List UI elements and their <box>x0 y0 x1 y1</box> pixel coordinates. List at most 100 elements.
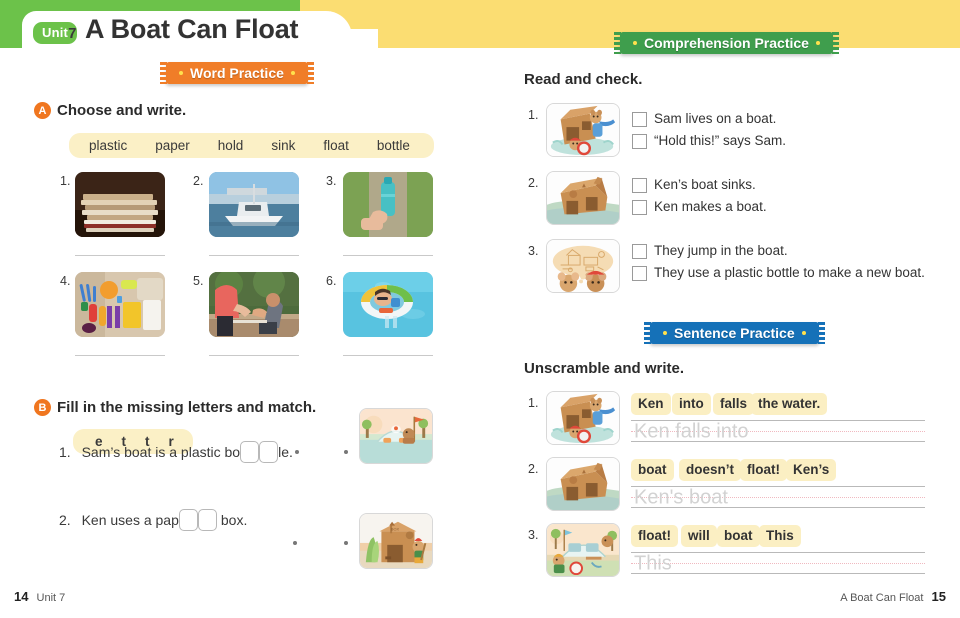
photo-hand-holding-bottle <box>343 172 433 237</box>
option-label: They jump in the boat. <box>654 243 788 258</box>
writing-line-bottom <box>631 573 925 574</box>
word-chip[interactable]: float! <box>631 525 678 547</box>
letter-blank[interactable] <box>259 441 279 463</box>
footer-right-label: A Boat Can Float <box>840 592 924 604</box>
word-bank: plastic paper hold sink float bottle <box>69 133 434 158</box>
word-bank-item: float <box>323 138 349 153</box>
sentence-suffix: le. <box>278 444 293 460</box>
word-bank-item: sink <box>271 138 296 153</box>
match-dot-left[interactable] <box>293 541 297 545</box>
word-bank-item: hold <box>217 138 244 153</box>
sentence-prefix: Ken uses a pap <box>81 512 179 528</box>
bullet-dot-icon <box>815 41 820 45</box>
word-chip[interactable]: falls <box>713 393 755 415</box>
section-b-heading: Fill in the missing letters and match. <box>57 399 317 416</box>
word-chip[interactable]: Ken’s <box>786 459 837 481</box>
illustration-mice-thinking-bubble <box>546 239 620 293</box>
word-chip[interactable]: boat <box>717 525 760 547</box>
photo-child-floating-ring <box>343 272 433 337</box>
illustration-mice-on-sinking-boat <box>546 391 620 445</box>
word-bank-item: paper <box>155 138 190 153</box>
illustration-paper-box-house: BOX <box>359 513 433 569</box>
illustration-plastic-bottle-boat <box>359 408 433 464</box>
illustration-boat-sinking-mice <box>546 103 620 157</box>
word-chip[interactable]: will <box>681 525 717 547</box>
match-dot-right[interactable] <box>344 450 348 454</box>
footer-left: 14 Unit 7 <box>14 589 65 604</box>
unit-badge-number: 7 <box>68 25 77 42</box>
banner-sentence-practice-label: Sentence Practice <box>674 325 795 341</box>
writing-line[interactable]: This <box>631 552 925 574</box>
trace-text: Ken's boat <box>634 486 728 509</box>
writing-line-top <box>631 552 925 553</box>
word-chip[interactable]: This <box>759 525 801 547</box>
bullet-dot-icon <box>633 41 637 45</box>
option-label: Ken’s boat sinks. <box>654 177 756 192</box>
word-chip[interactable]: Ken <box>631 393 671 415</box>
trace-text: This <box>634 552 672 575</box>
sentence-practice-heading: Unscramble and write. <box>524 360 685 377</box>
footer-right: A Boat Can Float 15 <box>840 589 946 604</box>
checkbox-option[interactable] <box>632 244 647 259</box>
bullet-dot-icon <box>179 71 183 75</box>
option-label: “Hold this!” says Sam. <box>654 133 787 148</box>
banner-sentence-practice: Sentence Practice <box>644 322 825 344</box>
word-chip[interactable]: the water. <box>751 393 828 415</box>
section-a-marker: A <box>34 102 51 119</box>
answer-line[interactable] <box>75 355 165 356</box>
letter-blank[interactable] <box>178 509 198 531</box>
word-chip[interactable]: boat <box>631 459 674 481</box>
trace-text: Ken falls into <box>634 420 749 443</box>
word-bank-item: plastic <box>89 138 128 153</box>
letter-blank[interactable] <box>240 441 260 463</box>
option-label: They use a plastic bottle to make a new … <box>654 265 925 280</box>
banner-comprehension-practice: Comprehension Practice <box>614 32 839 54</box>
sentence-suffix: box. <box>220 512 248 528</box>
item-number: 5. <box>193 274 204 288</box>
option-label: Sam lives on a boat. <box>654 111 777 126</box>
section-a-heading: Choose and write. <box>57 102 187 119</box>
checkbox-option[interactable] <box>632 200 647 215</box>
item-number: 3. <box>528 244 539 258</box>
checkbox-option[interactable] <box>632 178 647 193</box>
answer-line[interactable] <box>75 255 165 256</box>
unit-badge-label: Unit <box>42 25 69 40</box>
bullet-dot-icon <box>290 71 295 75</box>
item-number: 2. <box>59 512 71 528</box>
word-chip[interactable]: into <box>672 393 711 415</box>
answer-line[interactable] <box>209 355 299 356</box>
item-number: 1. <box>528 108 539 122</box>
illustration-bottle-boat-scene <box>546 523 620 577</box>
page-title: A Boat Can Float <box>85 14 299 44</box>
item-number: 1. <box>60 174 71 188</box>
footer-right-page-number: 15 <box>931 589 946 604</box>
checkbox-option[interactable] <box>632 134 647 149</box>
illustration-cardboard-boat-2 <box>546 457 620 511</box>
match-dot-right[interactable] <box>344 541 348 545</box>
item-number: 1. <box>528 396 539 410</box>
answer-line[interactable] <box>209 255 299 256</box>
illustration-cardboard-boat <box>546 171 620 225</box>
item-number: 2. <box>193 174 204 188</box>
option-label: Ken makes a boat. <box>654 199 767 214</box>
item-number: 6. <box>326 274 337 288</box>
checkbox-option[interactable] <box>632 266 647 281</box>
footer-left-label: Unit 7 <box>36 592 66 604</box>
letter-blank[interactable] <box>197 509 217 531</box>
photo-plastic-utensils <box>75 272 165 337</box>
photo-stack-of-paper <box>75 172 165 237</box>
photo-boat-on-water <box>209 172 299 237</box>
word-chip[interactable]: doesn’t <box>679 459 742 481</box>
answer-line[interactable] <box>343 255 433 256</box>
read-and-check-heading: Read and check. <box>524 71 643 88</box>
word-bank-item: bottle <box>376 138 410 153</box>
answer-line[interactable] <box>343 355 433 356</box>
writing-line[interactable]: Ken falls into <box>631 420 925 442</box>
banner-comprehension-practice-label: Comprehension Practice <box>644 35 809 51</box>
match-dot-left[interactable] <box>295 450 299 454</box>
unit-badge: Unit 7 <box>33 22 78 44</box>
writing-line[interactable]: Ken's boat <box>631 486 925 508</box>
word-chip[interactable]: float! <box>740 459 787 481</box>
photo-hand-holding-help <box>209 272 299 337</box>
checkbox-option[interactable] <box>632 112 647 127</box>
